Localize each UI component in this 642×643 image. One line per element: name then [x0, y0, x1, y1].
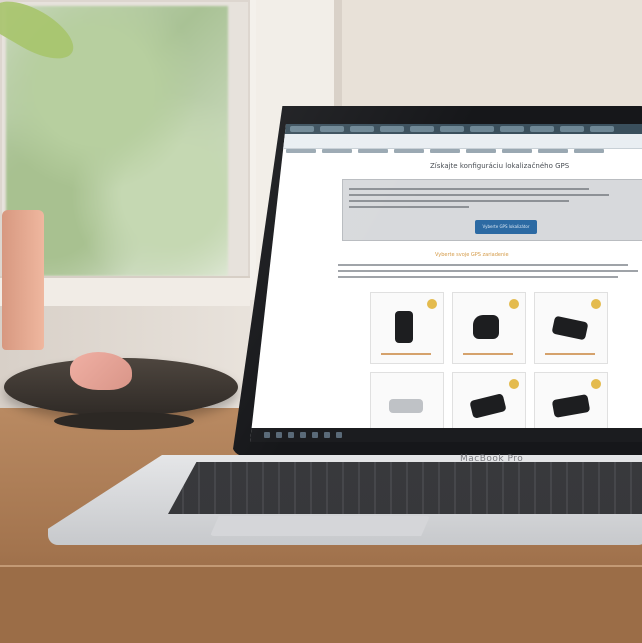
bookmark[interactable] [502, 149, 532, 153]
browser-tab[interactable] [440, 126, 464, 132]
laptop-keyboard [168, 462, 642, 514]
taskbar-app-icon[interactable] [312, 432, 318, 438]
section-title: Vyberte svoje GPS zariadenie [435, 252, 509, 258]
gps-device-image [551, 315, 589, 341]
taskbar-app-icon[interactable] [324, 432, 330, 438]
gps-device-image [551, 394, 591, 418]
text-line [338, 264, 628, 266]
taskbar-app-icon[interactable] [276, 432, 282, 438]
gps-device-image [469, 393, 507, 419]
text-line [349, 200, 569, 202]
text-line [338, 276, 618, 278]
bookmark[interactable] [286, 149, 316, 153]
gps-device-image [395, 311, 413, 343]
text-line [349, 194, 609, 196]
page-title: Získajte konfiguráciu lokalizačného GPS [430, 162, 570, 170]
taskbar-app-icon[interactable] [336, 432, 342, 438]
gps-device-image [473, 315, 499, 339]
text-line [349, 188, 589, 190]
plant-pot [2, 210, 44, 350]
ceramic-bird [70, 352, 132, 390]
text-line [338, 270, 638, 272]
browser-tab[interactable] [500, 126, 524, 132]
product-caption [545, 353, 595, 355]
bookmark[interactable] [574, 149, 604, 153]
bookmark[interactable] [430, 149, 460, 153]
browser-tabbar[interactable] [250, 124, 642, 134]
product-caption [463, 353, 513, 355]
text-line [349, 206, 469, 208]
bookmark[interactable] [358, 149, 388, 153]
os-taskbar [250, 428, 642, 442]
taskbar-app-icon[interactable] [288, 432, 294, 438]
bowl-base [54, 412, 194, 430]
browser-tab[interactable] [560, 126, 584, 132]
browser-tab[interactable] [410, 126, 434, 132]
product-card[interactable] [370, 292, 444, 364]
product-grid [370, 292, 642, 442]
select-gps-button[interactable]: Vyberte GPS lokalizátor [475, 220, 537, 234]
laptop-trackpad [210, 516, 430, 536]
browser-tab[interactable] [290, 126, 314, 132]
bookmark[interactable] [322, 149, 352, 153]
browser-tab[interactable] [530, 126, 554, 132]
bookmark[interactable] [394, 149, 424, 153]
product-card[interactable] [534, 292, 608, 364]
badge-icon [591, 379, 601, 389]
product-card[interactable] [452, 292, 526, 364]
product-caption [381, 353, 431, 355]
browser-tab[interactable] [590, 126, 614, 132]
browser-tab[interactable] [320, 126, 344, 132]
taskbar-app-icon[interactable] [300, 432, 306, 438]
bookmarks-bar[interactable] [250, 134, 642, 153]
table-edge [0, 565, 642, 643]
badge-icon [509, 379, 519, 389]
browser-tab[interactable] [380, 126, 404, 132]
bookmark[interactable] [466, 149, 496, 153]
badge-icon [509, 299, 519, 309]
browser-tab[interactable] [470, 126, 494, 132]
bookmark[interactable] [538, 149, 568, 153]
photo-scene: Získajte konfiguráciu lokalizačného GPS … [0, 0, 642, 643]
badge-icon [591, 299, 601, 309]
browser-tab[interactable] [350, 126, 374, 132]
laptop-brand-label: MacBook Pro [460, 454, 524, 464]
laptop-screen: Získajte konfiguráciu lokalizačného GPS … [250, 124, 642, 442]
badge-icon [427, 299, 437, 309]
gps-device-image [389, 399, 423, 413]
start-icon[interactable] [264, 432, 270, 438]
